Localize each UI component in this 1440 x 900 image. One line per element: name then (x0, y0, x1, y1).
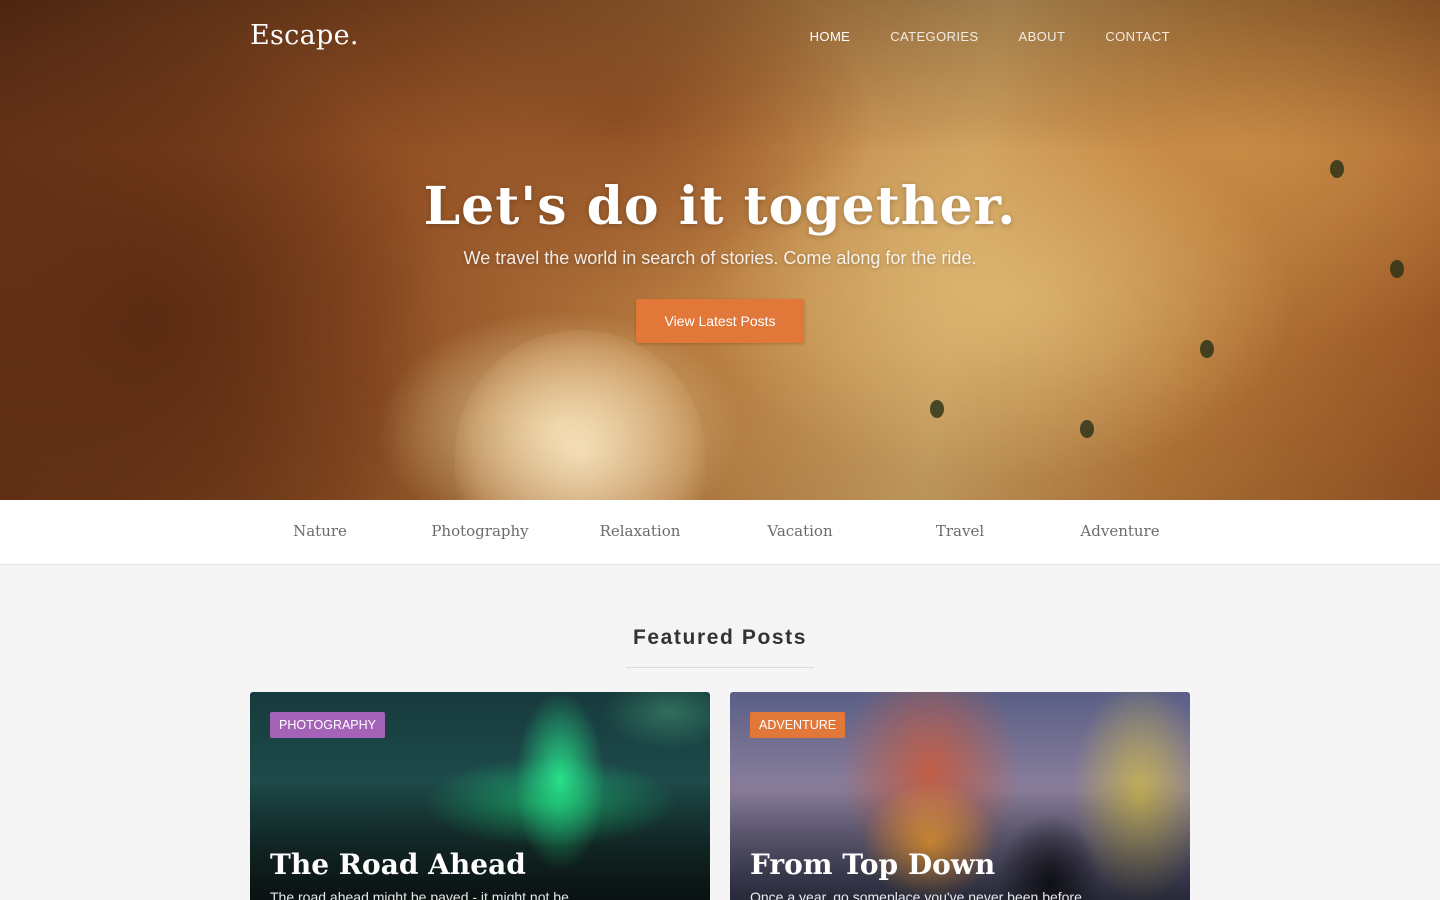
category-badge[interactable]: ADVENTURE (750, 712, 846, 738)
hero-section: Escape. HOME CATEGORIES ABOUT CONTACT Le… (0, 0, 1440, 500)
post-excerpt: Once a year, go someplace you've never b… (750, 889, 1086, 900)
tree-shape (1080, 420, 1094, 438)
nav-categories-link[interactable]: CATEGORIES (890, 29, 978, 44)
category-link-relaxation[interactable]: Relaxation (560, 522, 720, 540)
featured-posts-heading: Featured Posts (632, 626, 808, 649)
post-title[interactable]: From Top Down (750, 848, 995, 881)
tree-shape (1200, 340, 1214, 358)
site-logo[interactable]: Escape. (250, 20, 359, 51)
hero-title: Let's do it together. (423, 176, 1017, 237)
category-badge[interactable]: PHOTOGRAPHY (270, 712, 386, 738)
post-title[interactable]: The Road Ahead (270, 848, 526, 881)
heading-divider (626, 667, 814, 668)
tree-shape (930, 400, 944, 418)
post-excerpt: The road ahead might be paved - it might… (270, 889, 573, 900)
post-card-from-top-down[interactable]: ADVENTURE From Top Down Once a year, go … (730, 692, 1190, 900)
hero-subtitle: We travel the world in search of stories… (463, 248, 977, 268)
category-link-adventure[interactable]: Adventure (1040, 522, 1200, 540)
category-link-photography[interactable]: Photography (400, 522, 560, 540)
category-link-travel[interactable]: Travel (880, 522, 1040, 540)
category-bar: Nature Photography Relaxation Vacation T… (0, 500, 1440, 565)
nav-about-link[interactable]: ABOUT (1019, 29, 1066, 44)
main-nav: HOME CATEGORIES ABOUT CONTACT (810, 29, 1170, 44)
post-card-the-road-ahead[interactable]: PHOTOGRAPHY The Road Ahead The road ahea… (250, 692, 710, 900)
nav-home-link[interactable]: HOME (810, 29, 851, 44)
category-link-vacation[interactable]: Vacation (720, 522, 880, 540)
nav-contact-link[interactable]: CONTACT (1105, 29, 1170, 44)
view-latest-posts-button[interactable]: View Latest Posts (636, 299, 804, 343)
category-link-nature[interactable]: Nature (240, 522, 400, 540)
